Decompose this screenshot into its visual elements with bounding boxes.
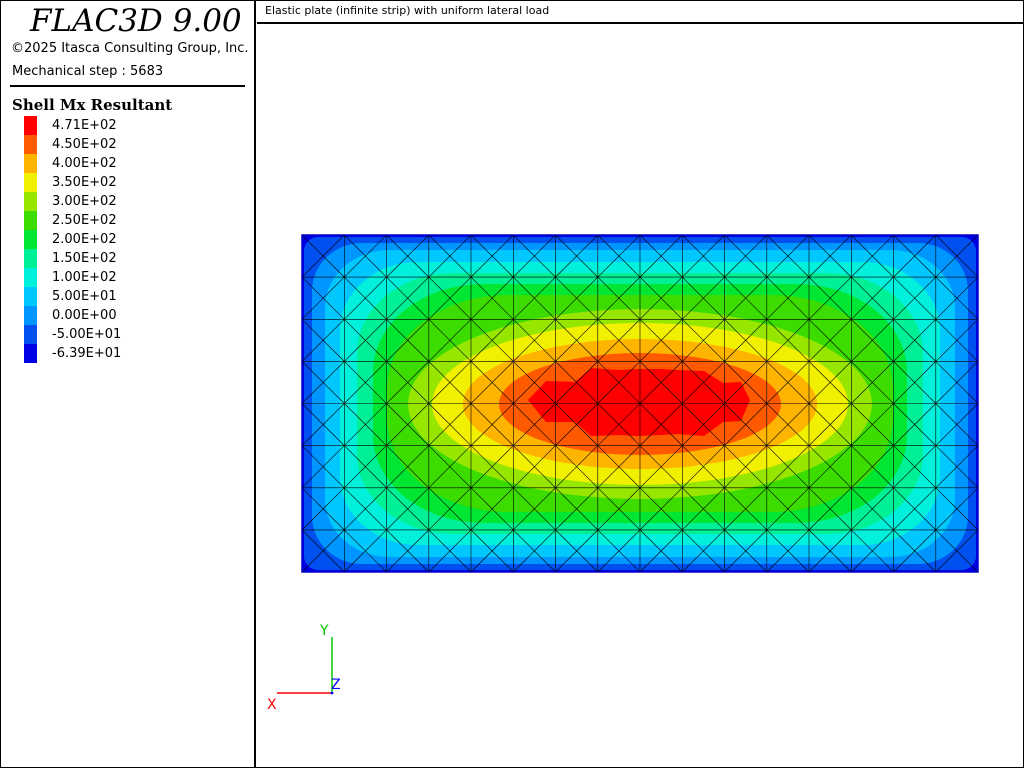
legend-label: -6.39E+01 bbox=[52, 346, 122, 361]
mechanical-step-readout: Mechanical step : 5683 bbox=[12, 64, 164, 79]
legend-label: -5.00E+01 bbox=[52, 327, 122, 342]
legend-label: 4.00E+02 bbox=[52, 156, 117, 171]
legend-entry: 5.00E+01 bbox=[24, 287, 224, 306]
plot-title: Elastic plate (infinite strip) with unif… bbox=[265, 4, 550, 17]
legend-entry: 1.00E+02 bbox=[24, 268, 224, 287]
legend-swatch bbox=[24, 287, 37, 306]
legend-label: 1.50E+02 bbox=[52, 251, 117, 266]
legend-entry: 4.50E+02 bbox=[24, 135, 224, 154]
contour-legend: 4.71E+02 4.50E+02 4.00E+02 3.50E+02 3.00… bbox=[24, 116, 224, 363]
legend-swatch bbox=[24, 344, 37, 363]
model-viewport[interactable]: Y X Z bbox=[257, 25, 1022, 766]
legend-label: 5.00E+01 bbox=[52, 289, 117, 304]
legend-swatch bbox=[24, 211, 37, 230]
legend-label: 3.50E+02 bbox=[52, 175, 117, 190]
legend-swatch bbox=[24, 268, 37, 287]
legend-entry: -6.39E+01 bbox=[24, 344, 224, 363]
legend-swatch bbox=[24, 173, 37, 192]
legend-swatch bbox=[24, 325, 37, 344]
x-axis-label: X bbox=[267, 697, 277, 713]
legend-swatch bbox=[24, 192, 37, 211]
model-view-svg[interactable]: Y X Z bbox=[257, 25, 1022, 766]
plot-header: Elastic plate (infinite strip) with unif… bbox=[257, 0, 1023, 24]
z-axis-label: Z bbox=[331, 677, 341, 693]
legend-entry: 2.00E+02 bbox=[24, 230, 224, 249]
panel-divider bbox=[10, 85, 245, 87]
axis-triad: Y X Z bbox=[267, 623, 341, 713]
legend-entry: -5.00E+01 bbox=[24, 325, 224, 344]
legend-entry: 0.00E+00 bbox=[24, 306, 224, 325]
legend-entry: 4.00E+02 bbox=[24, 154, 224, 173]
app-title: FLAC3D 9.00 bbox=[30, 3, 242, 39]
legend-panel: FLAC3D 9.00 ©2025 Itasca Consulting Grou… bbox=[0, 0, 256, 768]
legend-label: 0.00E+00 bbox=[52, 308, 117, 323]
legend-swatch bbox=[24, 116, 37, 135]
legend-label: 2.50E+02 bbox=[52, 213, 117, 228]
legend-label: 4.71E+02 bbox=[52, 118, 117, 133]
legend-label: 1.00E+02 bbox=[52, 270, 117, 285]
legend-swatch bbox=[24, 249, 37, 268]
legend-swatch bbox=[24, 306, 37, 325]
legend-swatch bbox=[24, 230, 37, 249]
copyright-text: ©2025 Itasca Consulting Group, Inc. bbox=[11, 41, 249, 56]
legend-entry: 3.50E+02 bbox=[24, 173, 224, 192]
legend-label: 2.00E+02 bbox=[52, 232, 117, 247]
legend-swatch bbox=[24, 135, 37, 154]
y-axis-label: Y bbox=[319, 623, 329, 639]
legend-entry: 4.71E+02 bbox=[24, 116, 224, 135]
legend-label: 4.50E+02 bbox=[52, 137, 117, 152]
legend-swatch bbox=[24, 154, 37, 173]
legend-title: Shell Mx Resultant bbox=[12, 96, 173, 114]
legend-label: 3.00E+02 bbox=[52, 194, 117, 209]
legend-entry: 2.50E+02 bbox=[24, 211, 224, 230]
legend-entry: 3.00E+02 bbox=[24, 192, 224, 211]
legend-entry: 1.50E+02 bbox=[24, 249, 224, 268]
